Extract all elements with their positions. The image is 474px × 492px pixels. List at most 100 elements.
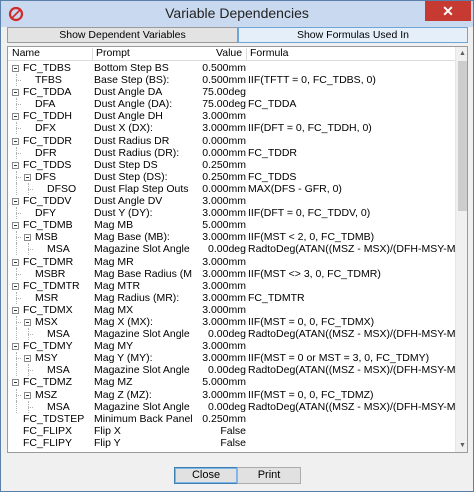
collapse-toggle-icon[interactable] — [12, 379, 19, 387]
variable-value: 0.00deg — [208, 364, 246, 377]
variable-value: 0.500mm — [202, 62, 246, 74]
variable-value: 0.500mm — [202, 74, 246, 87]
tree-row[interactable]: DFS Dust Step (DS): 0.250mm FC_TDDS — [8, 170, 455, 183]
variable-value: 0.000mm — [202, 182, 246, 195]
collapse-toggle-icon[interactable] — [12, 161, 19, 169]
tree-row[interactable]: FC_TDBS Bottom Step BS 0.500mm — [8, 62, 455, 74]
variable-formula: IIF(MST = 0, 0, FC_TDMZ) — [248, 388, 374, 401]
variable-name: FC_TDBS — [23, 62, 71, 74]
collapse-toggle-icon[interactable] — [12, 222, 19, 230]
variable-formula: IIF(MST = 0, 0, FC_TDMX) — [248, 315, 375, 328]
column-value-header[interactable]: Value — [216, 47, 244, 61]
variable-value: 3.000mm — [202, 303, 246, 316]
variable-dependencies-window: Variable Dependencies ✕ Show Dependent V… — [0, 0, 474, 492]
app-logo-icon — [8, 6, 24, 22]
tree-row[interactable]: MSB Mag Base (MB): 3.000mm IIF(MST < 2, 0, … — [8, 231, 455, 244]
tree-row[interactable]: FC_TDMTR Mag MTR 3.000mm — [8, 280, 455, 292]
tree-rows: FC_TDBS Bottom Step BS 0.500mm TFBS Base Ste… — [8, 62, 455, 451]
column-formula-header[interactable]: Formula — [250, 47, 289, 61]
tab-show-formulas-used-in[interactable]: Show Formulas Used In — [238, 27, 468, 43]
variable-formula: RadtoDeg(ATAN((MSZ - MSX)/(DFH-MSY-MSB))… — [248, 243, 455, 256]
scroll-up-arrow-icon[interactable]: ▲ — [456, 47, 467, 60]
column-name-header[interactable]: Name — [12, 47, 40, 61]
variable-formula: RadtoDeg(ATAN((MSZ - MSX)/(DFH-MSY-MSB))… — [248, 328, 455, 341]
variable-formula: IIF(MST <> 3, 0, FC_TDMR) — [248, 267, 381, 280]
collapse-toggle-icon[interactable] — [12, 113, 19, 121]
tree-row[interactable]: FC_TDMY Mag MY 3.000mm — [8, 340, 455, 352]
variable-name: FC_TDMR — [23, 255, 74, 268]
tree-row[interactable]: FC_FLIPX Flip X False — [8, 425, 455, 437]
collapse-toggle-icon[interactable] — [12, 89, 19, 97]
variable-name: FC_TDMY — [23, 340, 73, 353]
variable-value: 3.000mm — [202, 352, 246, 365]
tree-row[interactable]: FC_TDDV Dust Angle DV 3.000mm — [8, 195, 455, 207]
variable-name: FC_TDMZ — [23, 376, 72, 389]
close-button[interactable]: Close — [174, 467, 238, 484]
variable-formula: IIF(MST = 0 or MST = 3, 0, FC_TDMY) — [248, 352, 430, 365]
variable-value: False — [220, 436, 246, 449]
variable-name: FC_TDMTR — [23, 279, 80, 292]
variable-formula: IIF(DFT = 0, FC_TDDV, 0) — [248, 207, 371, 220]
tree-row[interactable]: MSA Magazine Slot Angle 0.00deg RadtoDeg(AT… — [8, 328, 455, 341]
column-prompt-header[interactable]: Prompt — [96, 47, 130, 61]
vertical-scrollbar[interactable]: ▲ ▼ — [455, 47, 467, 452]
variable-value: 3.000mm — [202, 207, 246, 220]
tree-row[interactable]: DFR Dust Radius (DR): 0.000mm FC_TDDR — [8, 146, 455, 159]
tree-row[interactable]: FC_TDSTEP Minimum Back Panel 0.250mm — [8, 413, 455, 425]
collapse-toggle-icon[interactable] — [24, 355, 31, 363]
tree-row[interactable]: FC_TDDS Dust Step DS 0.250mm — [8, 159, 455, 171]
collapse-toggle-icon[interactable] — [24, 318, 31, 326]
tree-row[interactable]: MSBR Mag Base Radius (M 3.000mm IIF(MST <> … — [8, 267, 455, 280]
collapse-toggle-icon[interactable] — [12, 65, 19, 72]
tree-row[interactable]: FC_TDMX Mag MX 3.000mm — [8, 304, 455, 316]
variable-name: FC_TDDA — [23, 86, 72, 99]
variable-formula: IIF(TFTT = 0, FC_TDBS, 0) — [248, 74, 376, 87]
tab-show-dependent-variables[interactable]: Show Dependent Variables — [7, 27, 238, 43]
tree-row[interactable]: FC_TDDR Dust Radius DR 0.000mm — [8, 135, 455, 147]
collapse-toggle-icon[interactable] — [12, 137, 19, 145]
tree-row[interactable]: FC_TDMR Mag MR 3.000mm — [8, 256, 455, 268]
variable-name: FC_TDDR — [23, 134, 72, 147]
tree-row[interactable]: MSX Mag X (MX): 3.000mm IIF(MST = 0, 0, FC_… — [8, 315, 455, 328]
tree-row[interactable]: DFY Dust Y (DY): 3.000mm IIF(DFT = 0, FC_TD… — [8, 207, 455, 220]
tree-row[interactable]: MSA Magazine Slot Angle 0.00deg RadtoDeg(AT… — [8, 364, 455, 377]
tree-row[interactable]: FC_TDDH Dust Angle DH 3.000mm — [8, 110, 455, 122]
collapse-toggle-icon[interactable] — [12, 198, 19, 206]
tree-row[interactable]: MSR Mag Radius (MR): 3.000mm FC_TDMTR — [8, 291, 455, 304]
scroll-down-arrow-icon[interactable]: ▼ — [456, 439, 467, 452]
tree-row[interactable]: TFBS Base Step (BS): 0.500mm IIF(TFTT = 0, … — [8, 74, 455, 87]
collapse-toggle-icon[interactable] — [24, 391, 31, 399]
window-close-button[interactable]: ✕ — [425, 1, 471, 21]
tree-row[interactable]: FC_TDDA Dust Angle DA 75.00deg — [8, 86, 455, 98]
variable-formula: FC_TDDS — [248, 170, 297, 183]
variable-value: 0.000mm — [202, 134, 246, 147]
tree-row[interactable]: DFX Dust X (DX): 3.000mm IIF(DFT = 0, FC_TD… — [8, 122, 455, 135]
variable-value: 0.250mm — [202, 158, 246, 171]
print-button[interactable]: Print — [237, 467, 301, 484]
tree-row[interactable]: FC_FLIPY Flip Y False — [8, 437, 455, 449]
tree-row[interactable]: FC_TDMZ Mag MZ 5.000mm — [8, 376, 455, 388]
dependency-tree-list[interactable]: Name Prompt Value Formula FC_TDBS Bottom … — [7, 46, 468, 453]
window-title: Variable Dependencies — [165, 5, 309, 21]
tree-row[interactable]: MSA Magazine Slot Angle 0.00deg RadtoDeg(AT… — [8, 243, 455, 256]
tree-row[interactable]: DFA Dust Angle (DA): 75.00deg FC_TDDA — [8, 98, 455, 111]
tree-row[interactable]: MSA Magazine Slot Angle 0.00deg RadtoDeg(AT… — [8, 400, 455, 413]
variable-value: 5.000mm — [202, 376, 246, 389]
variable-value: 3.000mm — [202, 267, 246, 280]
collapse-toggle-icon[interactable] — [12, 306, 19, 314]
variable-formula: RadtoDeg(ATAN((MSZ - MSX)/(DFH-MSY-MSB))… — [248, 400, 455, 413]
collapse-toggle-icon[interactable] — [12, 258, 19, 266]
variable-value: 3.000mm — [202, 110, 246, 123]
collapse-toggle-icon[interactable] — [24, 173, 31, 181]
collapse-toggle-icon[interactable] — [24, 234, 31, 242]
collapse-toggle-icon[interactable] — [12, 343, 19, 351]
variable-formula: FC_TDMTR — [248, 291, 305, 304]
collapse-toggle-icon[interactable] — [12, 282, 19, 290]
scrollbar-thumb[interactable] — [458, 61, 467, 211]
title-bar[interactable]: Variable Dependencies ✕ — [1, 1, 473, 27]
tree-row[interactable]: DFSO Dust Flap Step Outs 0.000mm MAX(DFS - … — [8, 182, 455, 195]
tab-bar: Show Dependent Variables Show Formulas U… — [7, 27, 468, 43]
tree-row[interactable]: MSY Mag Y (MY): 3.000mm IIF(MST = 0 or MST … — [8, 352, 455, 365]
tree-row[interactable]: FC_TDMB Mag MB 5.000mm — [8, 219, 455, 231]
tree-row[interactable]: MSZ Mag Z (MZ): 3.000mm IIF(MST = 0, 0, FC_… — [8, 388, 455, 401]
